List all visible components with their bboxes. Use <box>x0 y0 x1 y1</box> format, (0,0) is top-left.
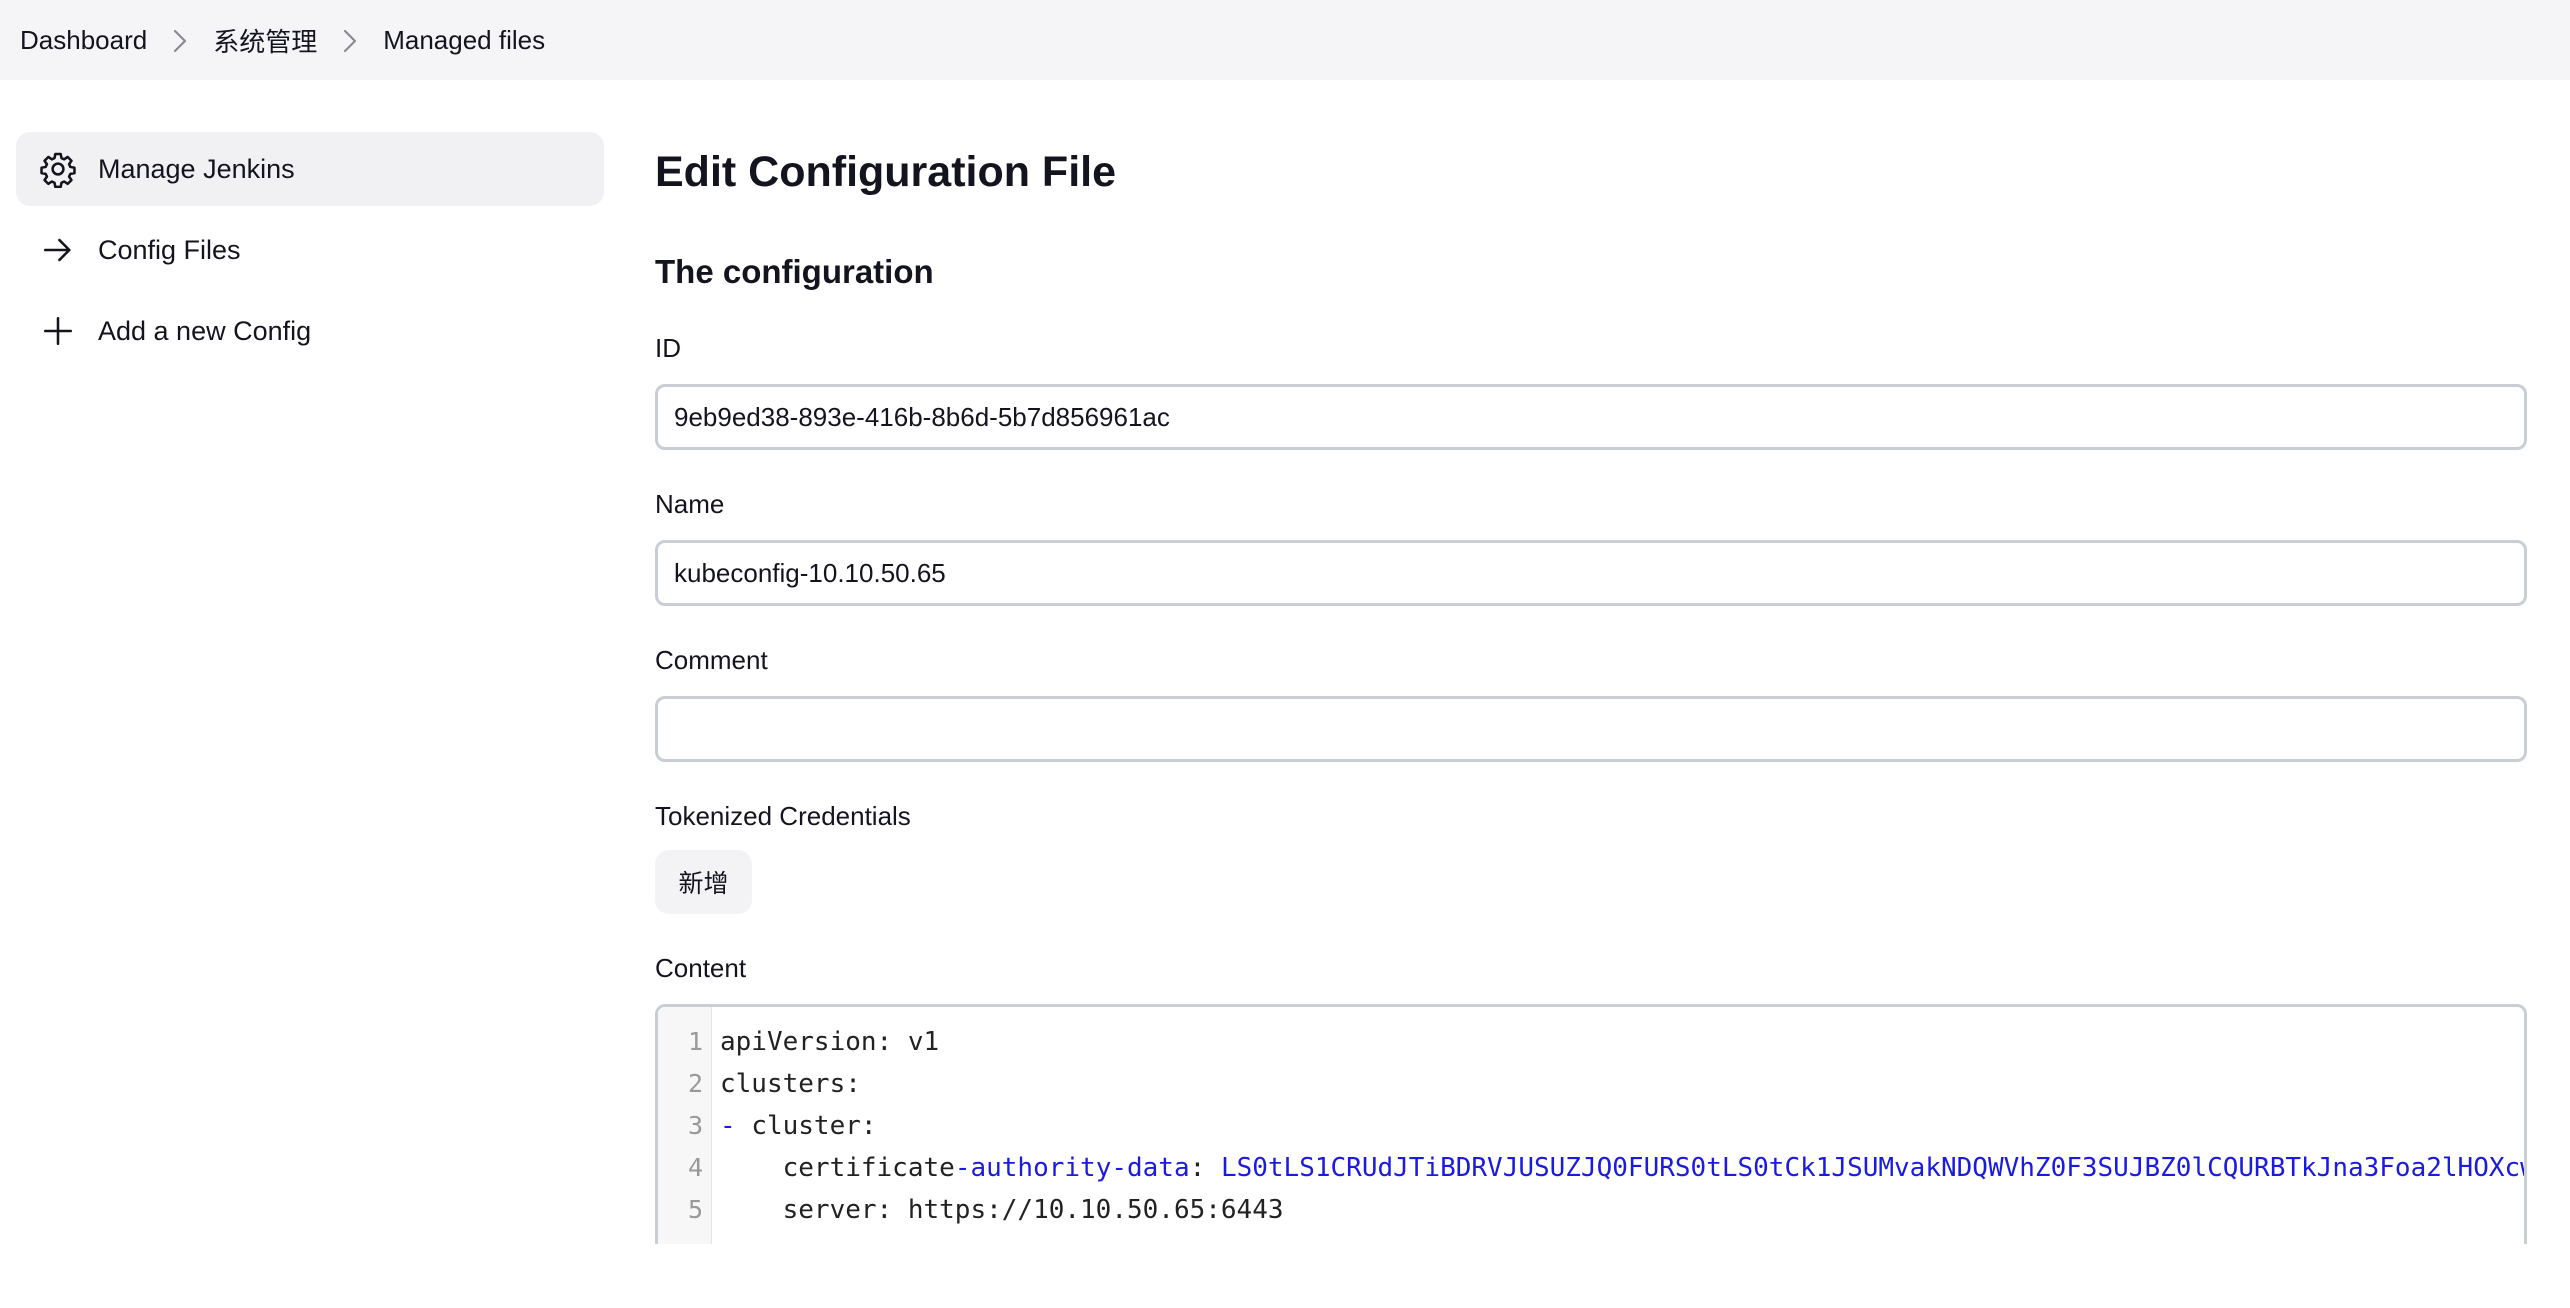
code-line: certificate-authority-data: LS0tLS1CRUdJ… <box>720 1147 2524 1189</box>
line-number: 1 <box>687 1027 703 1056</box>
code-token: certificate <box>720 1153 955 1183</box>
code-token: : <box>1189 1153 1221 1183</box>
sidebar-item-label: Manage Jenkins <box>98 153 295 184</box>
sidebar-item-label: Add a new Config <box>98 315 312 346</box>
sidebar: Manage Jenkins Config Files Add a new Co… <box>16 132 604 375</box>
plus-icon <box>38 311 78 351</box>
line-number: 5 <box>687 1195 703 1224</box>
line-number: 3 <box>687 1111 703 1140</box>
code-token: -authority-data <box>954 1153 1190 1183</box>
gear-icon <box>38 149 78 189</box>
code-token: cluster: <box>751 1111 877 1141</box>
sidebar-item-add-new-config[interactable]: Add a new Config <box>16 294 604 368</box>
comment-field[interactable] <box>655 696 2527 762</box>
sidebar-item-config-files[interactable]: Config Files <box>16 213 604 287</box>
code-content[interactable]: apiVersion: v1 clusters: - cluster: certif… <box>712 1007 2524 1244</box>
section-title: The configuration <box>655 253 934 290</box>
line-number-gutter: 1 2 3 4 5 <box>658 1007 712 1244</box>
line-number: 4 <box>687 1153 703 1182</box>
code-token: apiVersion: v1 <box>720 1027 940 1057</box>
breadcrumb-managed-files[interactable]: Managed files <box>383 25 545 56</box>
content-label: Content <box>655 953 747 983</box>
tokenized-credentials-label: Tokenized Credentials <box>655 801 911 831</box>
code-token: clusters: <box>720 1069 861 1099</box>
breadcrumb-dashboard[interactable]: Dashboard <box>20 25 147 56</box>
code-line: server: https://10.10.50.65:6443 <box>720 1189 2524 1231</box>
code-editor[interactable]: 1 2 3 4 5 apiVersion: v1 clusters: - clust… <box>655 1004 2527 1244</box>
chevron-right-icon <box>147 25 213 55</box>
line-number: 2 <box>687 1069 703 1098</box>
main-content: Edit Configuration File The configuratio… <box>655 132 2527 1244</box>
breadcrumb-system-management[interactable]: 系统管理 <box>213 22 317 59</box>
code-line: - cluster: <box>720 1105 2524 1147</box>
id-label: ID <box>655 333 681 363</box>
code-line: apiVersion: v1 <box>720 1021 2524 1063</box>
code-token: LS0tLS1CRUdJTiBDRVJUSUZJQ0FURS0tLS0tCk1J… <box>1220 1153 2524 1183</box>
breadcrumb: Dashboard 系统管理 Managed files <box>0 0 2570 80</box>
id-field[interactable] <box>655 384 2527 450</box>
code-line: clusters: <box>720 1063 2524 1105</box>
page-title: Edit Configuration File <box>655 148 1117 196</box>
sidebar-item-label: Config Files <box>98 234 241 265</box>
code-token: server: https://10.10.50.65:6443 <box>720 1195 1284 1225</box>
chevron-right-icon <box>317 25 383 55</box>
name-label: Name <box>655 489 725 519</box>
code-token: - <box>720 1111 752 1141</box>
arrow-right-icon <box>38 230 78 270</box>
comment-label: Comment <box>655 645 768 675</box>
add-credential-button[interactable]: 新增 <box>655 850 752 914</box>
name-field[interactable] <box>655 540 2527 606</box>
sidebar-item-manage-jenkins[interactable]: Manage Jenkins <box>16 132 604 206</box>
